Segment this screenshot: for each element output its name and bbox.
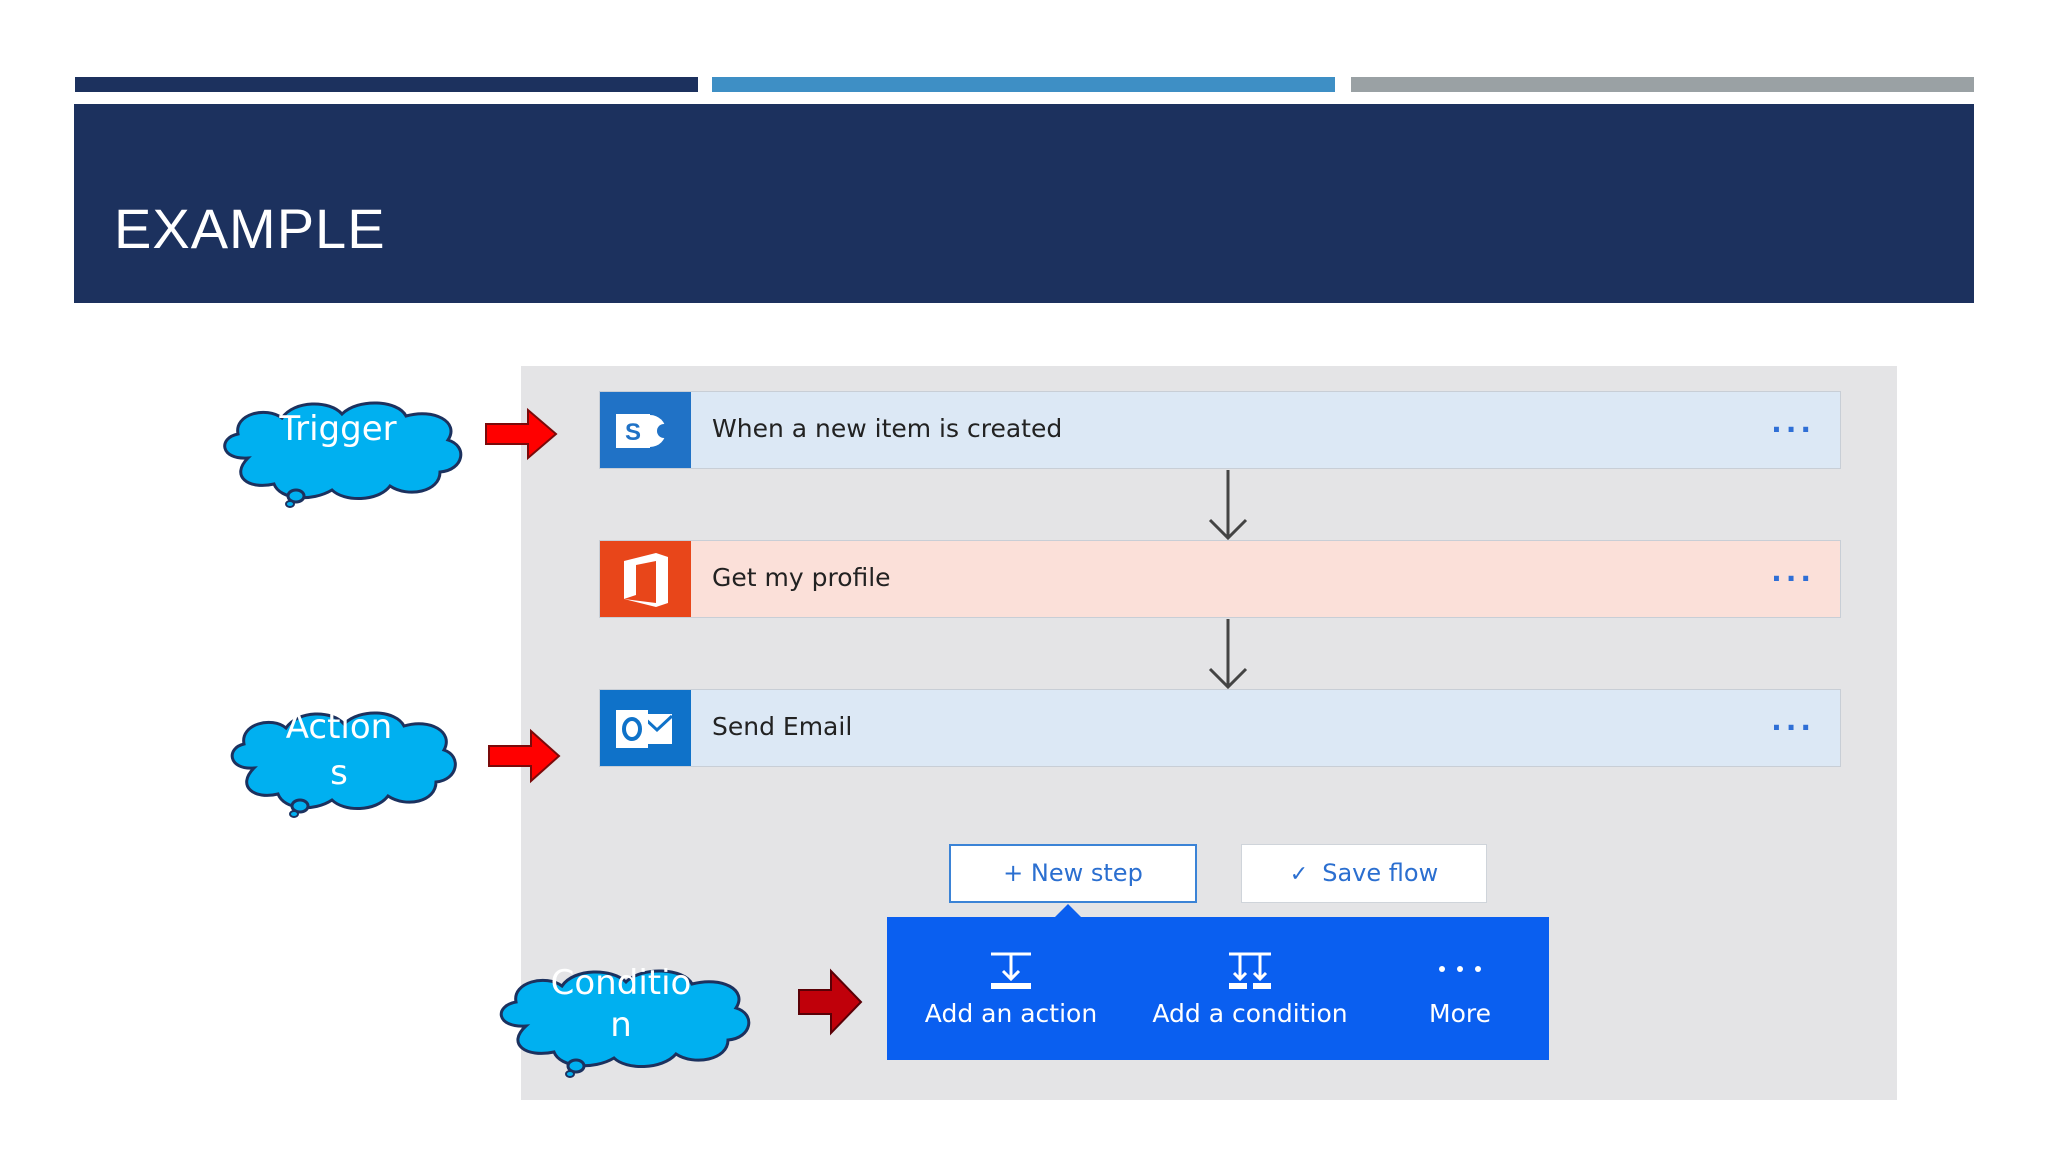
actions-callout-line1: Action: [285, 707, 393, 747]
more-options-icon[interactable]: ...: [1771, 555, 1815, 588]
save-flow-button[interactable]: ✓ Save flow: [1241, 844, 1487, 903]
save-flow-label: Save flow: [1322, 859, 1439, 887]
down-arrow-icon: [1208, 619, 1248, 690]
flow-step-get-profile[interactable]: Get my profile ...: [599, 540, 1841, 618]
svg-text:S: S: [625, 419, 641, 446]
add-action-icon: [991, 952, 1031, 989]
more-menu-item[interactable]: More: [1387, 917, 1533, 1060]
flow-step-label: Send Email: [712, 712, 853, 741]
accent-bar-gray: [1351, 77, 1974, 92]
down-arrow-icon: [1208, 470, 1248, 541]
title-band: EXAMPLE: [74, 104, 1974, 303]
more-label: More: [1429, 999, 1491, 1028]
flow-step-label: When a new item is created: [712, 414, 1063, 443]
accent-bar-blue: [712, 77, 1335, 92]
new-step-menu: Add an action Add a condition More: [887, 917, 1549, 1060]
red-arrow-icon: [798, 968, 863, 1036]
actions-callout: Action s: [216, 706, 462, 818]
checkmark-icon: ✓: [1289, 862, 1309, 887]
actions-callout-line2: s: [330, 753, 348, 793]
condition-callout-line2: n: [610, 1005, 632, 1045]
add-condition-menu-item[interactable]: Add a condition: [1137, 917, 1363, 1060]
condition-callout-line1: Conditio: [550, 963, 692, 1003]
more-options-icon[interactable]: ...: [1771, 704, 1815, 737]
trigger-callout-text: Trigger: [279, 409, 397, 449]
more-options-icon[interactable]: ...: [1771, 406, 1815, 439]
new-step-button[interactable]: + New step: [949, 844, 1197, 903]
flow-step-label: Get my profile: [712, 563, 891, 592]
outlook-icon: [600, 690, 691, 766]
trigger-callout: Trigger: [208, 396, 468, 508]
red-arrow-icon: [488, 728, 561, 784]
accent-bar-dark: [75, 77, 698, 92]
add-condition-label: Add a condition: [1152, 999, 1348, 1028]
add-action-menu-item[interactable]: Add an action: [907, 917, 1115, 1060]
red-arrow-icon: [485, 407, 558, 461]
condition-callout: Conditio n: [484, 963, 758, 1078]
add-condition-icon: [1229, 952, 1271, 989]
office-icon: [600, 541, 691, 617]
flow-step-trigger[interactable]: S When a new item is created ...: [599, 391, 1841, 469]
add-action-label: Add an action: [924, 999, 1098, 1028]
flow-step-send-email[interactable]: Send Email ...: [599, 689, 1841, 767]
slide-title: EXAMPLE: [114, 197, 386, 260]
ellipsis-icon: [1439, 966, 1481, 972]
menu-pointer: [1055, 904, 1081, 917]
sharepoint-icon: S: [600, 392, 691, 468]
